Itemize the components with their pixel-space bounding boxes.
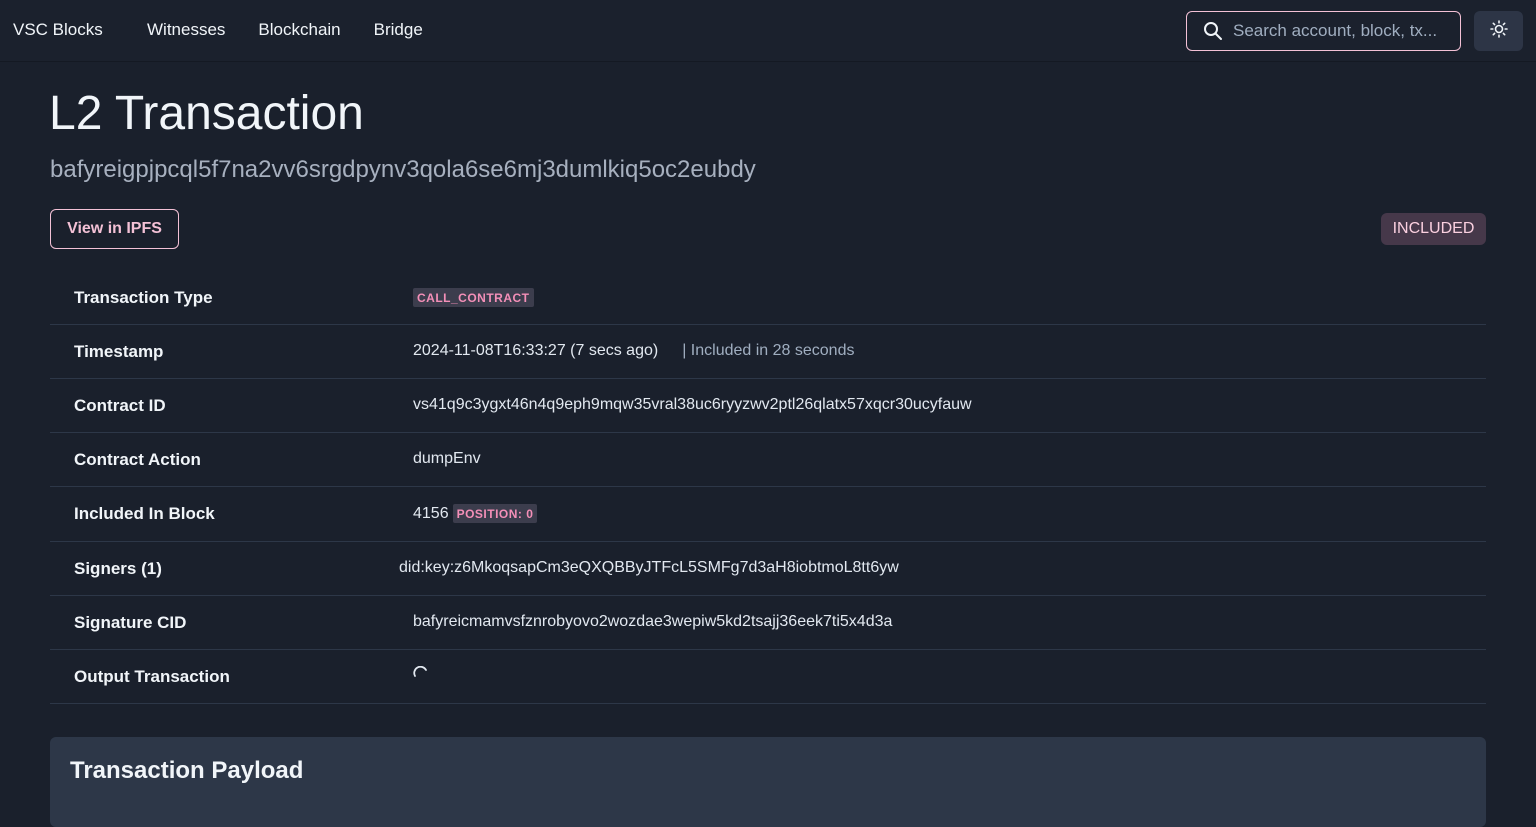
spinner-icon (413, 665, 427, 680)
contract-id-label: Contract ID (74, 396, 166, 415)
nav-links: Witnesses Blockchain Bridge (147, 20, 423, 40)
signers-label: Signers (1) (74, 559, 162, 578)
signer-value[interactable]: did:key:z6MkoqsapCm3eQXQBByJTFcL5SMFg7d3… (399, 559, 899, 577)
nav-link-blockchain[interactable]: Blockchain (258, 20, 340, 40)
search-input[interactable] (1231, 20, 1455, 42)
timestamp-label: Timestamp (74, 342, 164, 361)
table-row: Output Transaction (50, 650, 1486, 704)
payload-title: Transaction Payload (70, 757, 304, 784)
brand-link[interactable]: VSC Blocks (13, 20, 103, 40)
table-row: Contract Action dumpEnv (50, 433, 1486, 487)
status-badge: INCLUDED (1381, 213, 1486, 245)
included-in-block-value: 4156 POSITION: 0 (413, 504, 538, 523)
theme-toggle-button[interactable] (1474, 11, 1523, 51)
included-duration-text: | Included in 28 seconds (682, 342, 855, 359)
page-title: L2 Transaction (49, 87, 364, 140)
table-row: Included In Block 4156 POSITION: 0 (50, 487, 1486, 542)
table-row: Contract ID vs41q9c3ygxt46n4q9eph9mqw35v… (50, 379, 1486, 433)
view-in-ipfs-button[interactable]: View in IPFS (50, 209, 179, 249)
search-box (1186, 11, 1461, 51)
table-row: Transaction Type CALL_CONTRACT (50, 271, 1486, 325)
table-row: Signers (1) did:key:z6MkoqsapCm3eQXQBByJ… (50, 542, 1486, 596)
transaction-hash: bafyreigpjpcql5f7na2vv6srgdpynv3qola6se6… (50, 156, 756, 183)
transaction-type-value: CALL_CONTRACT (413, 288, 534, 307)
top-navbar: VSC Blocks Witnesses Blockchain Bridge (0, 0, 1536, 62)
block-number-link[interactable]: 4156 (413, 505, 449, 523)
table-row: Signature CID bafyreicmamvsfznrobyovo2wo… (50, 596, 1486, 650)
table-row: Timestamp 2024-11-08T16:33:27 (7 secs ag… (50, 325, 1486, 379)
output-transaction-label: Output Transaction (74, 667, 230, 686)
transaction-type-tag: CALL_CONTRACT (413, 288, 534, 307)
position-tag: POSITION: 0 (452, 504, 538, 523)
transaction-type-label: Transaction Type (74, 288, 213, 307)
search-icon (1203, 21, 1223, 41)
nav-link-witnesses[interactable]: Witnesses (147, 20, 225, 40)
contract-action-value: dumpEnv (413, 450, 481, 467)
signature-cid-label: Signature CID (74, 613, 187, 632)
timestamp-text: 2024-11-08T16:33:27 (7 secs ago) (413, 342, 659, 359)
nav-link-bridge[interactable]: Bridge (374, 20, 423, 40)
transaction-payload-card: Transaction Payload (50, 737, 1486, 827)
timestamp-value: 2024-11-08T16:33:27 (7 secs ago) | Inclu… (413, 342, 854, 360)
transaction-details-table: Transaction Type CALL_CONTRACT Timestamp… (50, 271, 1486, 704)
contract-action-label: Contract Action (74, 450, 201, 469)
sun-icon (1489, 19, 1508, 43)
output-transaction-value (413, 665, 427, 680)
included-in-block-label: Included In Block (74, 504, 215, 523)
signature-cid-link[interactable]: bafyreicmamvsfznrobyovo2wozdae3wepiw5kd2… (413, 613, 892, 631)
contract-id-link[interactable]: vs41q9c3ygxt46n4q9eph9mqw35vral38uc6ryyz… (413, 396, 972, 414)
